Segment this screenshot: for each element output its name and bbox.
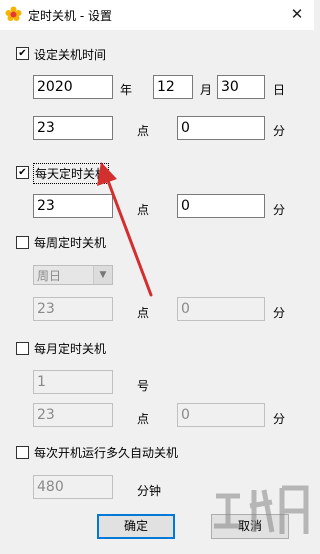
weekly-minute-unit: 分 bbox=[273, 306, 286, 320]
fixed-hour-unit: 点 bbox=[137, 124, 150, 138]
fixed-minute-unit: 分 bbox=[273, 124, 286, 138]
weekly-hour-input[interactable]: 23 bbox=[33, 297, 113, 321]
fixed-time-checkbox[interactable]: ✔ bbox=[16, 47, 29, 60]
fixed-time-label[interactable]: 设定关机时间 bbox=[34, 46, 106, 63]
daily-checkbox[interactable]: ✔ bbox=[16, 166, 29, 179]
day-unit: 日 bbox=[273, 83, 286, 97]
ok-button[interactable]: 确定 bbox=[97, 514, 175, 539]
monthly-hour-unit: 点 bbox=[137, 412, 150, 426]
boot-timer-label[interactable]: 每次开机运行多久自动关机 bbox=[34, 444, 178, 461]
daily-minute-unit: 分 bbox=[273, 203, 286, 217]
monthly-hour-input[interactable]: 23 bbox=[33, 403, 113, 427]
window-title: 定时关机 - 设置 bbox=[28, 9, 112, 23]
annotation-arrow bbox=[97, 162, 153, 297]
weekly-checkbox[interactable] bbox=[16, 236, 29, 249]
weekly-minute-input[interactable]: 0 bbox=[177, 297, 265, 321]
year-input[interactable]: 2020 bbox=[33, 75, 113, 99]
boot-minutes-input[interactable]: 480 bbox=[33, 475, 113, 499]
daily-minute-input[interactable]: 0 bbox=[177, 194, 265, 218]
app-flower-icon bbox=[5, 6, 22, 23]
day-input[interactable]: 30 bbox=[217, 75, 265, 99]
close-icon[interactable]: ✕ bbox=[284, 3, 310, 25]
monthly-date-input[interactable]: 1 bbox=[33, 370, 113, 394]
watermark-logo bbox=[214, 485, 309, 534]
year-unit: 年 bbox=[120, 83, 133, 97]
monthly-checkbox[interactable] bbox=[16, 342, 29, 355]
boot-minutes-unit: 分钟 bbox=[137, 484, 162, 498]
fixed-minute-input[interactable]: 0 bbox=[177, 116, 265, 140]
month-input[interactable]: 12 bbox=[153, 75, 193, 99]
boot-timer-checkbox[interactable] bbox=[16, 446, 29, 459]
fixed-hour-input[interactable]: 23 bbox=[33, 116, 113, 140]
month-unit: 月 bbox=[200, 83, 213, 97]
weekly-hour-unit: 点 bbox=[137, 306, 150, 320]
weekday-value: 周日 bbox=[37, 269, 62, 283]
monthly-minute-unit: 分 bbox=[273, 412, 286, 426]
monthly-minute-input[interactable]: 0 bbox=[177, 403, 265, 427]
monthly-date-unit: 号 bbox=[137, 379, 150, 393]
monthly-label[interactable]: 每月定时关机 bbox=[34, 340, 106, 357]
